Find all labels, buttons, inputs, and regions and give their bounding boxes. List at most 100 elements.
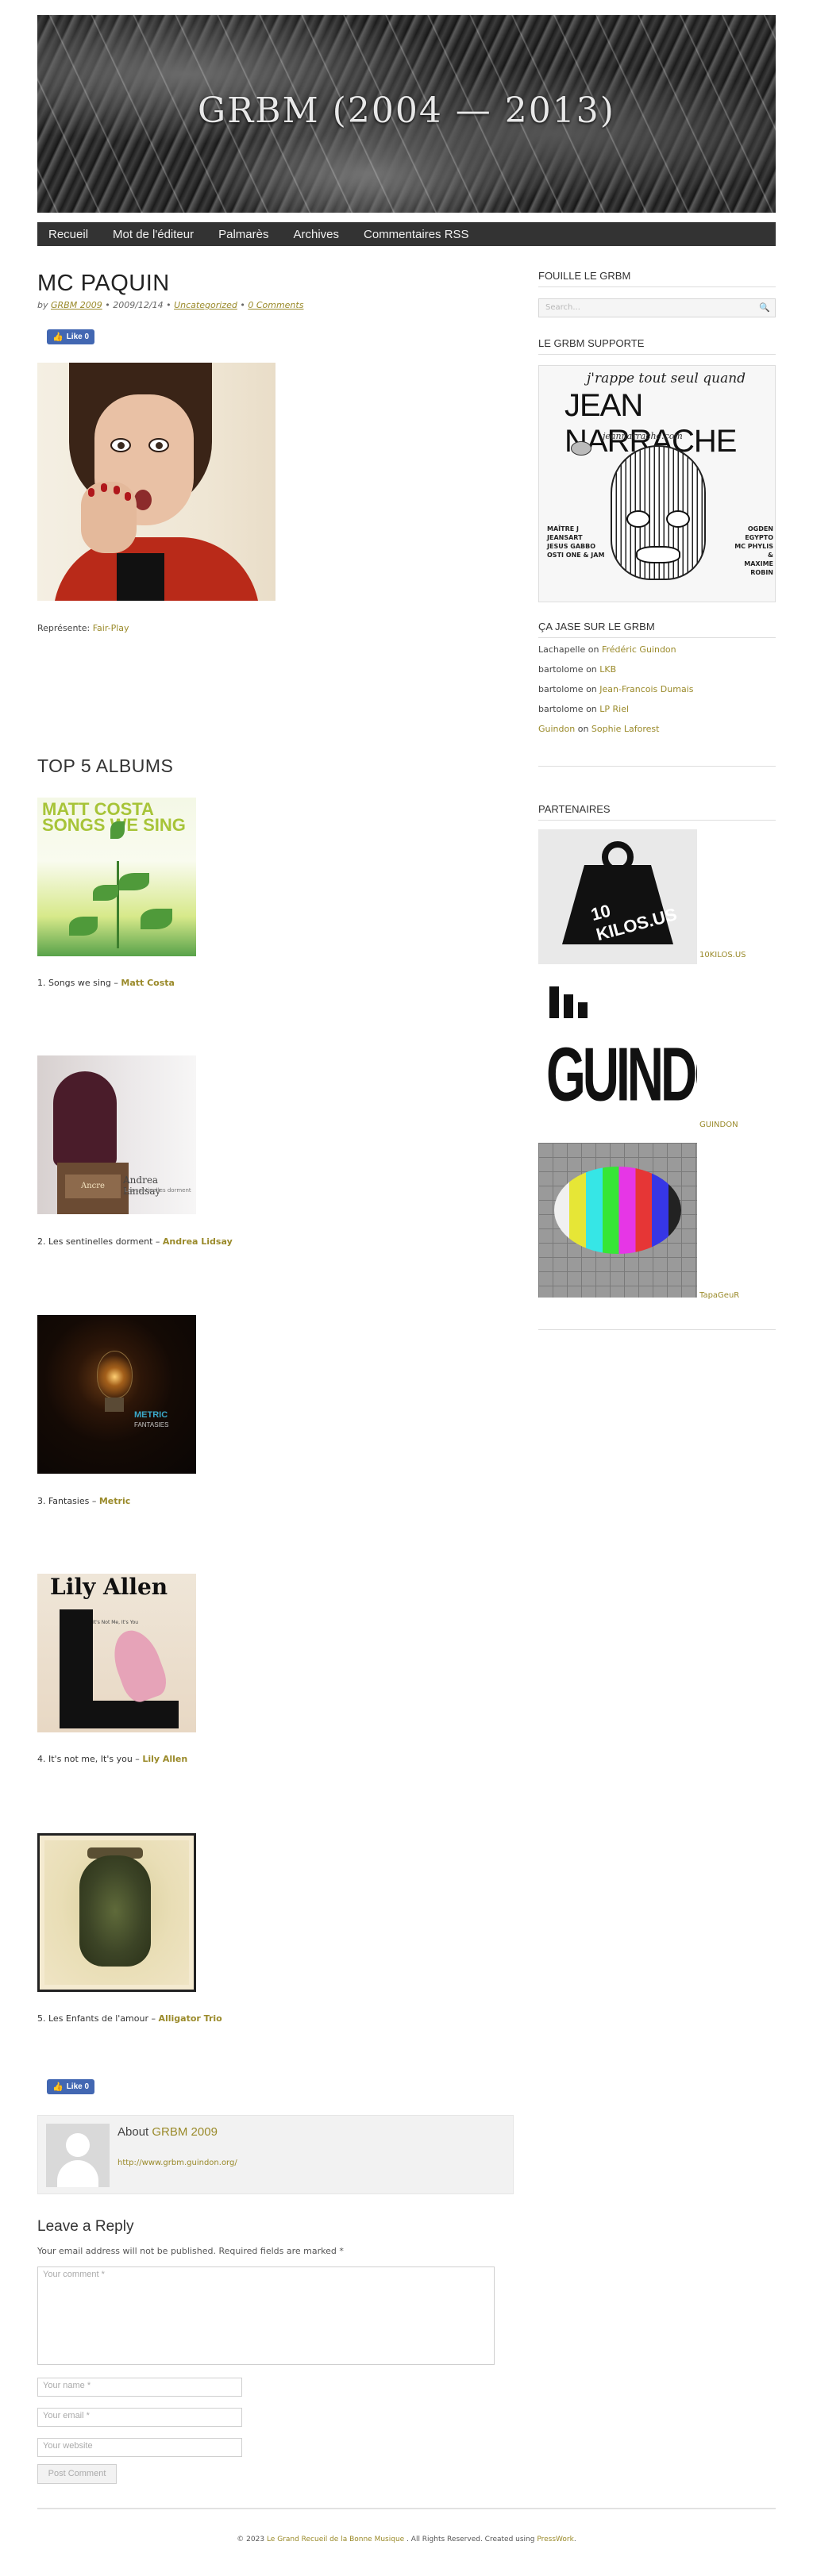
support-banner-jean-narrache[interactable]: j'rappe tout seul quand JEAN NARRACHE je… (538, 365, 776, 602)
comment-on: on (577, 724, 589, 734)
meta-sep: • (166, 300, 171, 310)
partner-logo-guindon[interactable]: GUINDON (538, 982, 697, 1117)
album-artist-link[interactable]: Alligator Trio (158, 2013, 222, 2024)
nav-item-recueil[interactable]: Recueil (48, 228, 88, 241)
banner-url: jeannarrache.com (603, 431, 683, 441)
top5-title: TOP 5 ALBUMS (37, 755, 174, 776)
about-prefix: About (118, 2125, 149, 2139)
album-artist-link[interactable]: Andrea Lidsay (163, 1236, 233, 1247)
author-box: About GRBM 2009 http://www.grbm.guindon.… (37, 2115, 514, 2194)
meta-sep: • (240, 300, 245, 310)
facebook-like-button-bottom[interactable]: 👍 Like 0 (47, 2079, 95, 2094)
logo-tower (564, 994, 573, 1018)
author-url-link[interactable]: http://www.grbm.guindon.org/ (118, 2159, 237, 2167)
mask-mouth (636, 546, 680, 563)
footer-suffix: . (573, 2536, 576, 2543)
partner-link-10kilos[interactable]: 10KILOS.US (699, 951, 746, 959)
meta-author-link[interactable]: GRBM 2009 (51, 300, 102, 310)
cover-person (53, 1071, 117, 1167)
author-about: About GRBM 2009 (118, 2125, 218, 2139)
logo-tower (549, 986, 559, 1018)
banner-guests-right: OGDEN EGYPTO MC PHYLIS & MAXIME ROBIN (730, 525, 773, 577)
comment-author-link[interactable]: Guindon (538, 724, 575, 734)
comment-author: bartolome (538, 704, 584, 714)
footer-site-link[interactable]: Le Grand Recueil de la Bonne Musique (267, 2536, 404, 2543)
album-artist-link[interactable]: Metric (99, 1496, 130, 1506)
mask-eye (626, 510, 650, 528)
cover-letter-l-foot (60, 1701, 179, 1728)
nav-item-archives[interactable]: Archives (293, 228, 339, 241)
reply-note: Your email address will not be published… (37, 2246, 344, 2256)
album-caption-5: 5. Les Enfants de l'amour – Alligator Tr… (37, 2013, 222, 2024)
album-cover-5[interactable] (37, 1833, 196, 1992)
represents-line: Représente: Fair-Play (37, 623, 129, 633)
partner-logo-tapageur[interactable] (538, 1143, 697, 1298)
album-cover-3[interactable]: METRIC FANTASIES (37, 1315, 196, 1474)
album-artist-link[interactable]: Matt Costa (121, 978, 175, 988)
comment-post-link[interactable]: Frédéric Guindon (602, 644, 676, 655)
partner-logo-10kilos[interactable]: 10 KILOS.US (538, 829, 697, 964)
album-artist-link[interactable]: Lily Allen (142, 1754, 187, 1764)
like-label: Like 0 (66, 2082, 90, 2091)
search-input[interactable]: Search... 🔍 (538, 298, 776, 317)
support-widget-title: LE GRBM SUPPORTE (538, 337, 776, 355)
list-item: bartolome on Jean-Francois Dumais (538, 684, 776, 704)
site-title[interactable]: GRBM (2004 — 2013) (37, 90, 776, 131)
album-caption-text: 3. Fantasies – (37, 1496, 97, 1506)
post-meta: by GRBM 2009 • 2009/12/14 • Uncategorize… (37, 300, 303, 310)
comment-post-link[interactable]: Sophie Laforest (591, 724, 660, 734)
thumbs-up-icon: 👍 (52, 2082, 64, 2092)
author-name-link[interactable]: GRBM 2009 (152, 2125, 218, 2139)
search-icon[interactable]: 🔍 (759, 302, 770, 313)
banner-guest: JESUS GABBO (547, 543, 595, 550)
comment-post-link[interactable]: Jean-Francois Dumais (599, 684, 693, 694)
banner-guest: EGYPTO (745, 534, 773, 541)
album-cover-subtitle: It's Not Me, It's You (93, 1620, 139, 1625)
facebook-like-button[interactable]: 👍 Like 0 (47, 329, 95, 344)
list-item: bartolome on LP Riel (538, 704, 776, 724)
comment-author: bartolome (538, 684, 584, 694)
partner-link-guindon[interactable]: GUINDON (699, 1121, 738, 1129)
footer-theme-link[interactable]: PressWork (537, 2536, 573, 2543)
site-header-banner[interactable]: GRBM (2004 — 2013) (37, 15, 776, 213)
album-caption-text: 4. It's not me, It's you – (37, 1754, 140, 1764)
recent-comments-title: ÇA JASE SUR LE GRBM (538, 621, 776, 638)
cover-sign: Ancre (65, 1175, 121, 1198)
sidebar-divider (538, 1329, 776, 1330)
album-cover-1[interactable]: MATT COSTA SONGS WE SING (37, 798, 196, 956)
meta-category-link[interactable]: Uncategorized (174, 300, 237, 310)
partner-link-tapageur[interactable]: TapaGeuR (699, 1291, 739, 1300)
post-comment-button[interactable]: Post Comment (37, 2464, 117, 2484)
nav-item-mot-editeur[interactable]: Mot de l'éditeur (113, 228, 194, 241)
comment-textarea[interactable]: Your comment * (37, 2266, 495, 2365)
email-field[interactable]: Your email * (37, 2408, 242, 2427)
partners-title: PARTENAIRES (538, 803, 776, 821)
meta-comments-link[interactable]: 0 Comments (248, 300, 303, 310)
represents-link[interactable]: Fair-Play (93, 623, 129, 633)
plant-leaf (110, 821, 125, 839)
comment-post-link[interactable]: LKB (599, 664, 616, 675)
like-label: Like 0 (66, 333, 90, 341)
photo-eye-left (110, 438, 131, 452)
photo-mouth (134, 490, 152, 510)
album-cover-2[interactable]: Ancre Andrea Lindsay Les sentinelles dor… (37, 1055, 196, 1214)
name-field[interactable]: Your name * (37, 2378, 242, 2397)
post-title: MC PAQUIN (37, 271, 170, 296)
artist-photo (37, 363, 275, 601)
meta-date: 2009/12/14 (113, 300, 164, 310)
website-field[interactable]: Your website (37, 2438, 242, 2457)
photo-nail (101, 483, 107, 492)
nav-item-palmares[interactable]: Palmarès (218, 228, 268, 241)
list-item: Lachapelle on Frédéric Guindon (538, 644, 776, 664)
thumbs-up-icon: 👍 (52, 333, 64, 342)
album-cover-4[interactable]: Lily Allen It's Not Me, It's You (37, 1574, 196, 1732)
footer-divider (37, 2508, 776, 2509)
comment-post-link[interactable]: LP Riel (599, 704, 629, 714)
album-caption-2: 2. Les sentinelles dorment – Andrea Lids… (37, 1236, 233, 1247)
comment-on: on (586, 684, 597, 694)
banner-guest: MAÎTRE J (547, 525, 579, 533)
test-pattern-bars (554, 1167, 681, 1254)
nav-item-rss[interactable]: Commentaires RSS (364, 228, 469, 241)
banner-tagline: j'rappe tout seul quand (587, 371, 746, 386)
banner-guest: JEANSART (547, 534, 583, 541)
